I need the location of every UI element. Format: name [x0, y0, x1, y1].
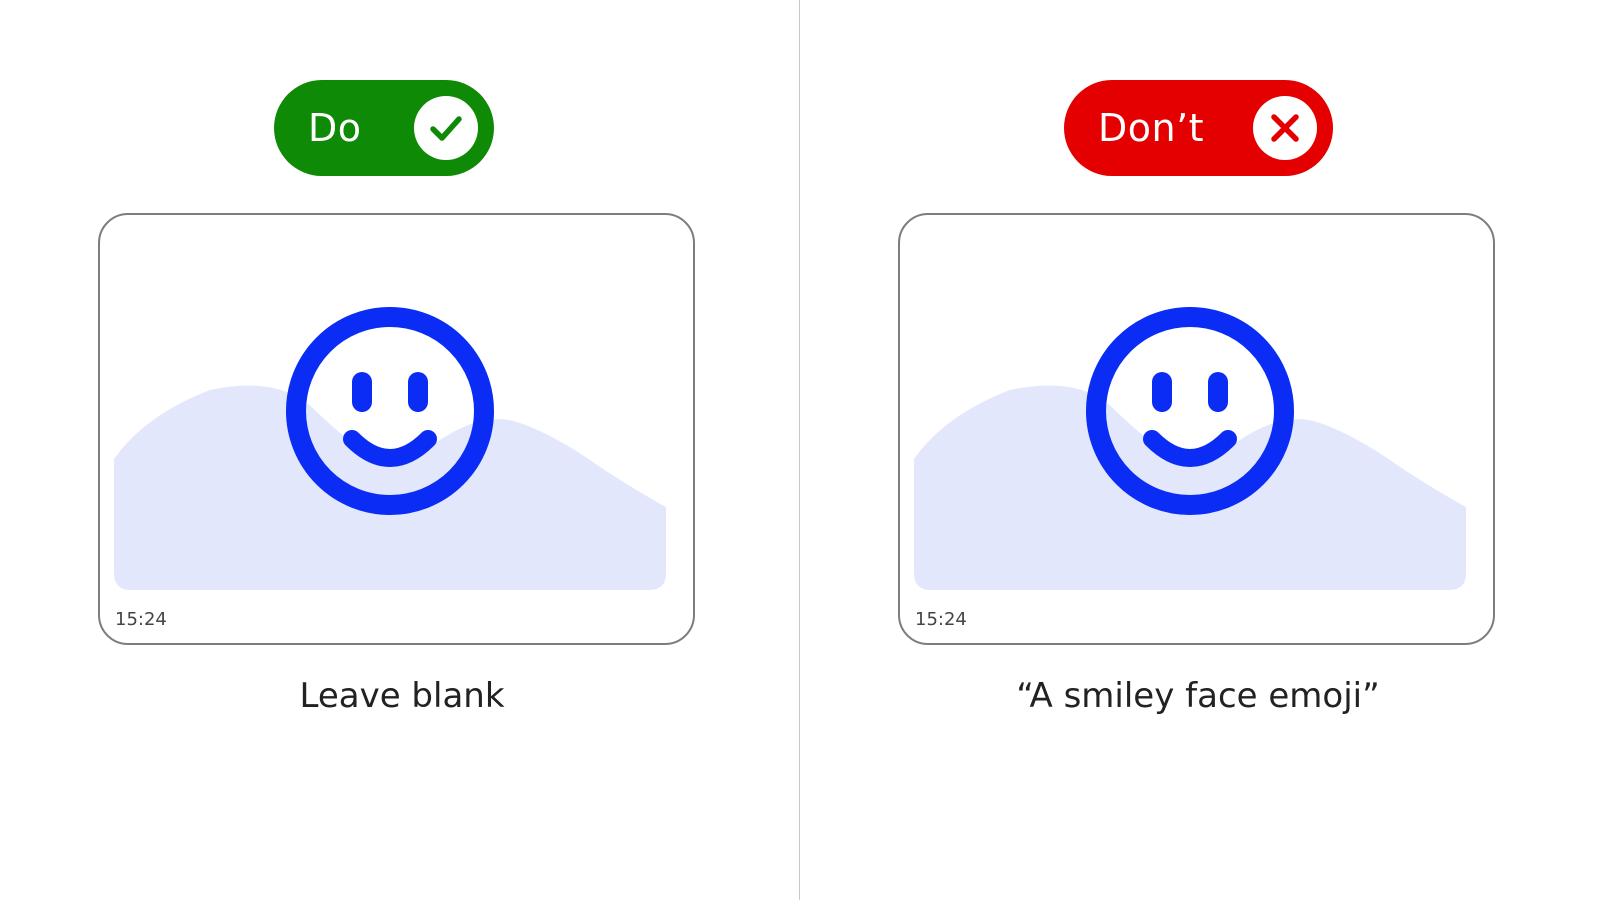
- image-illustration: [914, 307, 1466, 590]
- hill-shape: [114, 385, 666, 590]
- do-dont-comparison: Do 15:24 Leave blank Don’t 15:24 “A smil…: [0, 0, 1600, 900]
- do-caption: Leave blank: [299, 676, 505, 716]
- dont-panel: Don’t 15:24 “A smiley face emoji”: [800, 0, 1600, 900]
- image-message-card: 15:24: [898, 213, 1495, 645]
- message-timestamp: 15:24: [915, 609, 967, 630]
- cross-icon: [1253, 96, 1317, 160]
- hill-shape: [914, 385, 1466, 590]
- dont-caption: “A smiley face emoji”: [1016, 676, 1380, 716]
- do-badge: Do: [274, 80, 494, 176]
- dont-badge-label: Don’t: [1098, 106, 1205, 150]
- image-message-card: 15:24: [98, 213, 695, 645]
- do-panel: Do 15:24 Leave blank: [0, 0, 800, 900]
- dont-badge: Don’t: [1064, 80, 1333, 176]
- image-illustration: [114, 307, 666, 590]
- checkmark-icon: [414, 96, 478, 160]
- do-badge-label: Do: [308, 106, 362, 150]
- message-timestamp: 15:24: [115, 609, 167, 630]
